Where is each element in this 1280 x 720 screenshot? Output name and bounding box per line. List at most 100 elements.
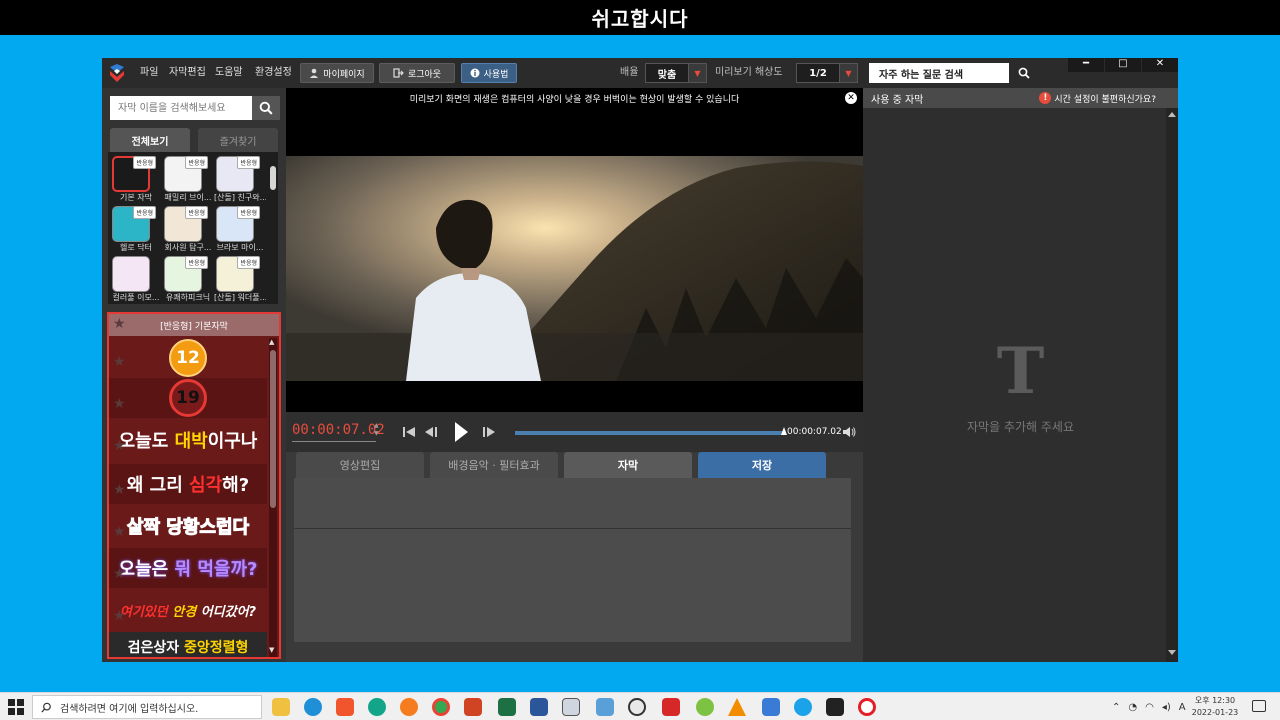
- faq-search-button[interactable]: [1009, 63, 1039, 83]
- subtitle-thumb[interactable]: 컬러풀 이모...: [110, 254, 160, 304]
- ime-indicator[interactable]: A: [1179, 702, 1186, 713]
- subtitle-thumb[interactable]: 반응형 유쾌하피크닉: [162, 254, 212, 304]
- scroll-down-icon[interactable]: [1168, 650, 1176, 655]
- vlc-icon[interactable]: [728, 698, 746, 716]
- video-preview[interactable]: [286, 108, 863, 412]
- preset-text: 왜 그리 심각해?: [126, 475, 250, 496]
- preset-item[interactable]: 오늘은 뭐 먹을까?: [109, 548, 267, 588]
- network-icon[interactable]: ◔: [1128, 702, 1137, 713]
- step-forward-icon[interactable]: [482, 422, 496, 442]
- excel-icon[interactable]: [498, 698, 516, 716]
- thumb-label: [산돌] 워더풀...: [214, 293, 266, 302]
- chrome-icon[interactable]: [432, 698, 450, 716]
- chevron-up-icon[interactable]: ⌃: [1112, 702, 1120, 713]
- preset-item[interactable]: 여기있던 안경 어디갔어?: [109, 590, 267, 630]
- subtitle-thumb[interactable]: 반응형 [산돌] 친구와...: [214, 154, 266, 204]
- scroll-up-icon[interactable]: [1168, 112, 1176, 117]
- timeline-track[interactable]: [515, 431, 783, 435]
- app-icon[interactable]: [368, 698, 386, 716]
- timecode-spinner[interactable]: ▲ ▼: [374, 422, 382, 438]
- star-icon[interactable]: ★: [113, 438, 126, 454]
- menu-settings[interactable]: 환경설정: [255, 58, 292, 88]
- calculator-icon[interactable]: [762, 698, 780, 716]
- window-close-button[interactable]: ✕: [1142, 58, 1178, 72]
- scrollbar-thumb[interactable]: [270, 166, 276, 190]
- star-icon[interactable]: ★: [113, 482, 126, 498]
- preset-scrollbar[interactable]: ▲ ▼: [269, 338, 277, 657]
- preset-item[interactable]: 살짝 당황스럽다: [109, 506, 267, 546]
- app-icon[interactable]: [794, 698, 812, 716]
- tab-bgm-filter[interactable]: 배경음악 · 필터효과: [430, 452, 558, 478]
- tab-all[interactable]: 전체보기: [110, 128, 190, 152]
- preset-item[interactable]: 19: [109, 378, 267, 418]
- file-explorer-icon[interactable]: [272, 698, 290, 716]
- subtitle-thumb[interactable]: 반응형 헬로 닥터: [110, 204, 160, 254]
- subtitle-thumb[interactable]: 반응형 패밀리 브이...: [162, 154, 212, 204]
- volume-icon[interactable]: [842, 425, 856, 439]
- window-minimize-button[interactable]: ━: [1068, 58, 1104, 72]
- scroll-up-icon[interactable]: ▲: [269, 338, 274, 346]
- subtitle-thumb[interactable]: 반응형 [산돌] 워더풀...: [214, 254, 266, 304]
- faq-search[interactable]: 자주 하는 질문 검색: [869, 63, 1039, 83]
- logout-button[interactable]: 로그아웃: [379, 63, 455, 83]
- speaker-icon[interactable]: ◂): [1162, 702, 1171, 713]
- step-back-icon[interactable]: [424, 422, 438, 442]
- menu-help[interactable]: 도움말: [215, 58, 243, 88]
- time-setting-help-link[interactable]: ! 시간 설정이 불편하신가요?: [1039, 91, 1156, 105]
- star-icon[interactable]: ★: [113, 316, 126, 332]
- subtitle-search-button[interactable]: [252, 96, 280, 120]
- app-icon[interactable]: [562, 698, 580, 716]
- scrollbar-thumb[interactable]: [270, 350, 276, 508]
- right-scrollbar[interactable]: [1166, 108, 1178, 662]
- search-tool-icon[interactable]: [628, 698, 646, 716]
- windows-start-icon[interactable]: [8, 699, 24, 715]
- app-icon[interactable]: [696, 698, 714, 716]
- taskbar-search[interactable]: 검색하려면 여기에 입력하십시오.: [32, 695, 262, 719]
- skip-start-icon[interactable]: [402, 422, 416, 442]
- tab-video-edit[interactable]: 영상편집: [296, 452, 424, 478]
- preset-item[interactable]: 12: [109, 338, 267, 378]
- word-icon[interactable]: [530, 698, 548, 716]
- mypage-button[interactable]: 마이페이지: [300, 63, 374, 83]
- app-icon[interactable]: [826, 698, 844, 716]
- subtitle-search-input[interactable]: [110, 96, 252, 120]
- firefox-icon[interactable]: [400, 698, 418, 716]
- play-icon[interactable]: [452, 420, 470, 444]
- menu-file[interactable]: 파일: [140, 58, 158, 88]
- usage-button[interactable]: 사용법: [461, 63, 517, 83]
- app-icon[interactable]: [596, 698, 614, 716]
- menu-subtitle-edit[interactable]: 자막편집: [169, 58, 206, 88]
- age-19-badge: 19: [169, 379, 207, 417]
- zoom-select[interactable]: 맞춤 ▼: [645, 63, 707, 83]
- tab-save[interactable]: 저장: [698, 452, 826, 478]
- notification-icon[interactable]: [1252, 700, 1266, 712]
- subtitle-thumb[interactable]: 반응형 기본 자막: [110, 154, 160, 204]
- star-icon[interactable]: ★: [113, 608, 126, 624]
- tab-subtitle[interactable]: 자막: [564, 452, 692, 478]
- taskbar-clock[interactable]: 오후 12:30 2022-01-23: [1190, 695, 1240, 719]
- tab-favorites[interactable]: 즐겨찾기: [198, 128, 278, 152]
- star-icon[interactable]: ★: [113, 566, 126, 582]
- opera-icon[interactable]: [858, 698, 876, 716]
- thumbnail-scrollbar[interactable]: [269, 152, 277, 304]
- window-maximize-button[interactable]: □: [1105, 58, 1141, 72]
- brave-browser-icon[interactable]: [336, 698, 354, 716]
- star-icon[interactable]: ★: [113, 524, 126, 540]
- preset-item[interactable]: 검은상자 중앙정렬형: [109, 632, 267, 657]
- scroll-down-icon[interactable]: ▼: [269, 646, 274, 654]
- edge-browser-icon[interactable]: [304, 698, 322, 716]
- notice-close-button[interactable]: ✕: [845, 92, 857, 104]
- preset-item[interactable]: 왜 그리 심각해?: [109, 464, 267, 504]
- star-icon[interactable]: ★: [113, 396, 126, 412]
- app-icon[interactable]: [662, 698, 680, 716]
- wifi-icon[interactable]: ◠: [1145, 702, 1154, 713]
- current-timecode[interactable]: 00:00:07.02: [292, 422, 385, 438]
- star-icon[interactable]: ★: [113, 354, 126, 370]
- powerpoint-icon[interactable]: [464, 698, 482, 716]
- preset-item[interactable]: 오늘도 대박이구나: [109, 420, 267, 460]
- subtitle-work-area[interactable]: [294, 478, 851, 642]
- subtitle-thumb[interactable]: 반응형 브라보 마이...: [214, 204, 264, 254]
- preview-resolution-select[interactable]: 1/2 ▼: [796, 63, 858, 83]
- faq-search-label: 자주 하는 질문 검색: [879, 69, 964, 81]
- subtitle-thumb[interactable]: 반응형 회사원 탐구...: [162, 204, 212, 254]
